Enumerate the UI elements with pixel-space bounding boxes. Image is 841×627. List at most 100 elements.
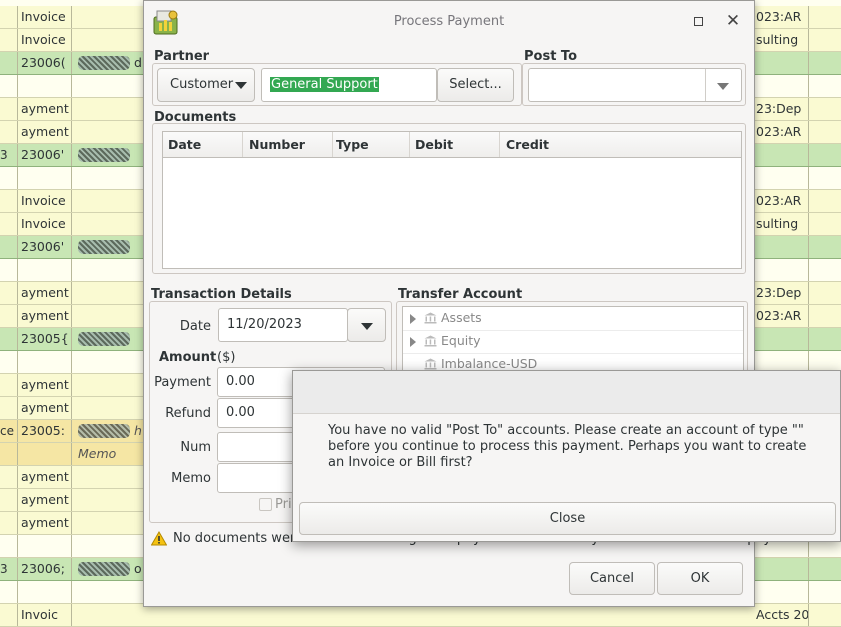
column-header-credit[interactable]: Credit <box>500 132 741 157</box>
post-to-combo[interactable] <box>528 68 742 102</box>
ledger-cell-extra <box>808 581 841 603</box>
account-tree-row[interactable]: Equity <box>403 330 743 354</box>
ledger-cell-account: 023:AR <box>756 190 809 212</box>
column-header-type[interactable]: Type <box>333 132 410 157</box>
ledger-cell-extra <box>808 6 841 28</box>
ledger-cell-type: 23005{ <box>17 328 72 350</box>
ledger-cell-type <box>17 75 72 97</box>
ledger-cell-description <box>72 121 142 143</box>
ledger-cell-num <box>0 259 18 281</box>
ledger-cell-type: ayment <box>17 305 72 327</box>
partner-type-dropdown[interactable]: Customer <box>157 68 255 102</box>
account-tree-row[interactable]: Assets <box>403 307 743 331</box>
redacted-scribble <box>78 562 130 576</box>
ledger-cell-account: 23:Dep <box>756 282 809 304</box>
date-input[interactable]: 11/20/2023 <box>218 308 348 342</box>
ledger-cell-type <box>17 167 72 189</box>
ledger-cell-num <box>0 75 18 97</box>
partner-name-input[interactable]: General Support <box>261 68 437 102</box>
close-message-button[interactable]: Close <box>299 502 836 535</box>
ledger-cell-num <box>0 190 18 212</box>
ledger-cell-account: 23:Dep <box>756 98 809 120</box>
ledger-cell-num <box>0 236 18 258</box>
expand-arrow-icon[interactable] <box>410 337 416 347</box>
ledger-cell-type: ayment <box>17 512 72 534</box>
ledger-cell-extra <box>808 236 841 258</box>
column-header-number[interactable]: Number <box>243 132 333 157</box>
account-name: Assets <box>441 310 482 325</box>
ledger-cell-num <box>0 98 18 120</box>
ledger-cell-account <box>756 558 809 580</box>
column-header-date[interactable]: Date <box>163 132 243 157</box>
dialog-titlebar[interactable]: Process Payment ✕ <box>144 1 754 43</box>
refund-label: Refund <box>165 406 211 421</box>
ledger-row[interactable]: Invoic Accts 2023:AR <box>0 604 841 627</box>
ledger-cell-description <box>72 6 142 28</box>
ledger-cell-num <box>0 351 18 373</box>
ledger-cell-type: ayment <box>17 397 72 419</box>
ledger-cell-description <box>72 581 142 603</box>
warning-icon <box>151 531 167 546</box>
message-titlebar[interactable] <box>293 371 840 414</box>
ledger-cell-type: ayment <box>17 121 72 143</box>
redacted-scribble <box>78 148 130 162</box>
close-window-button[interactable]: ✕ <box>724 12 742 30</box>
ledger-cell-num <box>0 52 18 74</box>
date-picker-button[interactable] <box>347 308 386 342</box>
ledger-cell-type: Invoice <box>17 29 72 51</box>
ledger-cell-extra <box>808 75 841 97</box>
ledger-cell-extra <box>808 190 841 212</box>
post-to-section-label: Post To <box>524 49 578 64</box>
ledger-cell-account: Accts 2023:AR <box>756 604 809 626</box>
maximize-button[interactable] <box>692 15 705 28</box>
print-check-checkbox[interactable] <box>259 498 272 511</box>
ledger-cell-type <box>17 535 72 557</box>
ledger-cell-extra <box>808 144 841 166</box>
ledger-cell-extra <box>808 259 841 281</box>
documents-table[interactable]: Date Number Type Debit Credit <box>162 131 742 269</box>
ledger-cell-num <box>0 512 18 534</box>
ledger-cell-type: Invoice <box>17 6 72 28</box>
column-header-debit[interactable]: Debit <box>410 132 500 157</box>
ledger-cell-num <box>0 443 18 465</box>
ledger-cell-num <box>0 328 18 350</box>
ledger-cell-num <box>0 6 18 28</box>
bank-icon <box>424 335 437 347</box>
ledger-cell-num <box>0 466 18 488</box>
ledger-cell-type <box>17 351 72 373</box>
select-partner-button[interactable]: Select... <box>437 68 514 102</box>
ledger-cell-num: 3 <box>0 144 18 166</box>
ledger-cell-type <box>17 581 72 603</box>
amount-label: Amount <box>159 350 217 365</box>
ledger-cell-account: 023:AR <box>756 6 809 28</box>
transfer-account-tree[interactable]: Assets Equity Imbalance-USD <box>402 306 744 376</box>
redacted-scribble <box>78 424 130 438</box>
ledger-cell-extra <box>808 282 841 304</box>
ok-button[interactable]: OK <box>657 562 743 595</box>
ledger-cell-description <box>72 466 142 488</box>
ledger-cell-type: 23005: <box>17 420 72 442</box>
ledger-cell-extra <box>808 604 841 626</box>
ledger-cell-type: ayment <box>17 489 72 511</box>
ledger-cell-description <box>72 259 142 281</box>
chevron-down-icon <box>235 82 247 89</box>
ledger-cell-description <box>72 305 142 327</box>
ledger-cell-num <box>0 121 18 143</box>
ledger-cell-description <box>72 489 142 511</box>
bank-icon <box>424 312 437 324</box>
ledger-cell-type: 23006' <box>17 144 72 166</box>
ledger-cell-description <box>72 98 142 120</box>
ledger-cell-num <box>0 282 18 304</box>
date-label: Date <box>179 319 211 334</box>
ledger-cell-num <box>0 213 18 235</box>
memo-label: Memo <box>171 471 211 486</box>
transfer-account-label: Transfer Account <box>398 287 523 302</box>
ledger-cell-extra <box>808 29 841 51</box>
ledger-cell-account: 023:AR <box>756 121 809 143</box>
cancel-button[interactable]: Cancel <box>569 562 655 595</box>
ledger-cell-type: 23006( <box>17 52 72 74</box>
expand-arrow-icon[interactable] <box>410 314 416 324</box>
ledger-cell-account <box>756 144 809 166</box>
num-label: Num <box>180 440 211 455</box>
partner-type-value: Customer <box>170 77 234 92</box>
